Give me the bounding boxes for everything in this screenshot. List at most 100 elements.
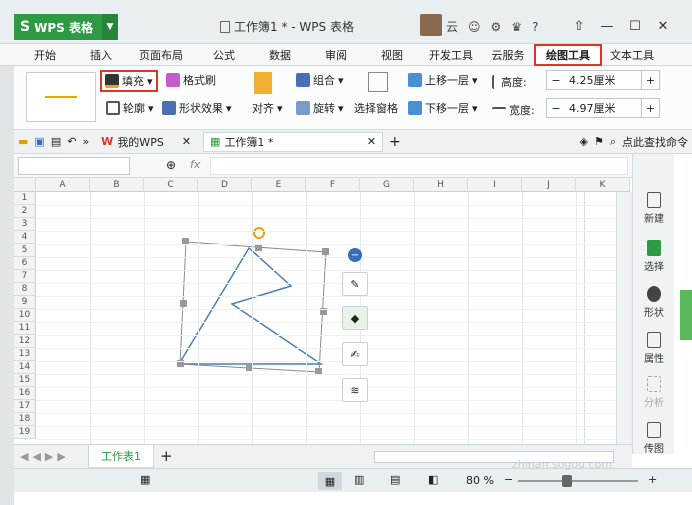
maximize-button[interactable]: ☐ [621,14,649,38]
d-icon[interactable]: ◈ [579,135,587,148]
tab-home[interactable]: 开始 [14,44,76,66]
save-icon[interactable]: ▣ [34,135,44,148]
decrease-button[interactable]: − [547,99,565,117]
find-command[interactable]: 点此查找命令 [622,134,688,150]
column-header[interactable]: J [522,178,576,192]
more-icon[interactable]: » [82,135,89,148]
width-input[interactable]: 4.97厘米 [565,99,641,117]
sheet-tab[interactable]: 工作表1 [88,445,154,468]
resize-handle[interactable] [255,244,262,251]
pin-icon[interactable]: ⇧ [565,14,593,38]
fx-icon[interactable]: fx [190,158,200,171]
column-header[interactable]: H [414,178,468,192]
increase-button[interactable]: + [641,99,659,117]
fill-button[interactable]: 填充 ▾ [100,70,158,92]
row-header[interactable]: 5 [14,244,36,257]
column-header[interactable]: E [252,178,306,192]
rotate-button[interactable]: 旋转 ▾ [296,100,344,116]
column-header[interactable]: I [468,178,522,192]
add-sheet-button[interactable]: + [160,447,173,465]
format-brush-button[interactable]: 格式刷 [166,72,216,88]
row-header[interactable]: 16 [14,387,36,400]
row-header[interactable]: 9 [14,296,36,309]
reading-mode-icon[interactable]: ◧ [428,473,438,486]
open-folder-icon[interactable]: ▬ [18,135,28,148]
shape-style-preview[interactable] [26,72,96,122]
tab-text-tools[interactable]: 文本工具 [602,44,662,66]
zoom-slider-thumb[interactable] [562,475,572,487]
new-button[interactable]: 新建 [633,192,675,225]
row-header[interactable]: 10 [14,309,36,322]
selection-pane-icon[interactable] [368,72,388,92]
row-header[interactable]: 12 [14,335,36,348]
normal-view-icon[interactable]: ▦ [318,472,342,490]
shape-button[interactable]: 形状 [633,286,675,319]
app-menu-button[interactable]: S WPS 表格 ▼ [14,14,118,40]
layers-icon[interactable]: ≋ [342,378,368,402]
rotate-handle-icon[interactable] [253,227,265,239]
row-header[interactable]: 14 [14,361,36,374]
zoom-in-icon[interactable]: + [648,473,657,486]
row-header[interactable]: 13 [14,348,36,361]
freeform-shape[interactable] [177,246,324,365]
column-header[interactable]: F [306,178,360,192]
row-header[interactable]: 4 [14,231,36,244]
column-header[interactable]: A [36,178,90,192]
my-wps-tab[interactable]: W 我的WPS ✕ [95,132,197,152]
row-header[interactable]: 3 [14,218,36,231]
analyze-button[interactable]: 分析 [633,376,675,409]
formula-input[interactable] [210,157,628,175]
column-header[interactable]: C [144,178,198,192]
page-view-icon[interactable]: ▥ [354,473,364,486]
row-header[interactable]: 1 [14,192,36,205]
shirt-icon[interactable]: ♛ [511,20,522,34]
height-input[interactable]: 4.25厘米 [565,71,641,89]
property-button[interactable]: 属性 [633,332,675,365]
shape-effect-button[interactable]: 形状效果 ▾ [162,100,232,116]
send-backward-button[interactable]: 下移一层 ▾ [408,100,478,116]
close-button[interactable]: ✕ [649,14,677,38]
collapse-icon[interactable]: − [348,248,362,262]
cloud-status-icon[interactable]: ☺ [468,20,481,34]
name-box[interactable] [18,157,130,175]
align-button[interactable]: 对齐 ▾ [252,100,283,116]
document-tab[interactable]: ▦ 工作簿1 * ✕ [203,131,384,152]
column-header[interactable]: G [360,178,414,192]
decrease-button[interactable]: − [547,71,565,89]
column-header[interactable]: K [576,178,630,192]
help-icon[interactable]: ? [532,20,538,34]
backup-button[interactable]: 传图 [633,422,675,455]
select-all-corner[interactable] [14,178,36,192]
select-button[interactable]: 选择 [633,240,675,273]
zoom-icon[interactable]: ⊕ [166,158,176,172]
bring-forward-button[interactable]: 上移一层 ▾ [408,72,478,88]
tab-developer[interactable]: 开发工具 [420,44,482,66]
zoom-out-icon[interactable]: − [504,473,513,486]
user-name[interactable]: 云 [446,18,458,35]
row-header[interactable]: 19 [14,426,36,439]
chevron-down-icon[interactable]: ▼ [102,14,118,40]
resize-handle[interactable] [180,300,187,307]
row-header[interactable]: 2 [14,205,36,218]
resize-handle[interactable] [322,248,329,255]
undo-icon[interactable]: ↶ [67,135,76,148]
new-tab-icon[interactable]: + [389,134,401,150]
tab-review[interactable]: 审阅 [308,44,364,66]
tab-cloud[interactable]: 云服务 [482,44,534,66]
edit-shape-icon[interactable]: ✎ [342,272,368,296]
row-header[interactable]: 18 [14,413,36,426]
tab-data[interactable]: 数据 [252,44,308,66]
spreadsheet-grid[interactable]: A B C D E F G H I J K 1 2 3 4 5 6 7 8 9 10 11 12 13 14 15 16 17 18 19 [14,178,632,444]
flag-icon[interactable]: ⚑ [594,135,604,148]
row-header[interactable]: 15 [14,374,36,387]
status-icon[interactable]: ▦ [140,473,150,486]
tab-view[interactable]: 视图 [364,44,420,66]
layout-view-icon[interactable]: ▤ [390,473,400,486]
row-header[interactable]: 17 [14,400,36,413]
tab-page-layout[interactable]: 页面布局 [126,44,196,66]
search-icon[interactable]: ⌕ [610,135,616,149]
close-icon[interactable]: ✕ [182,135,191,148]
tab-formula[interactable]: 公式 [196,44,252,66]
outline-button[interactable]: 轮廓 ▾ [106,100,154,116]
increase-button[interactable]: + [641,71,659,89]
